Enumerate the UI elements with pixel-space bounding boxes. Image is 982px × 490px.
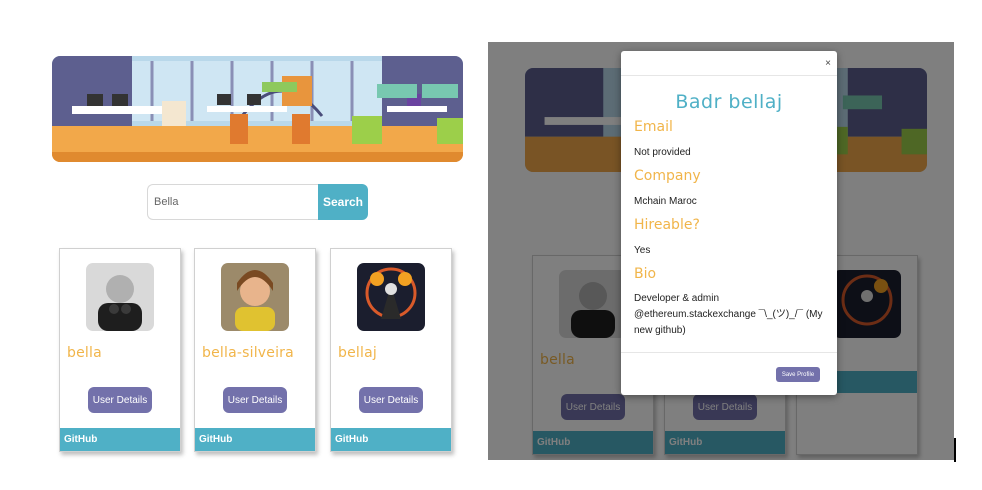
github-link[interactable]: GitHub	[331, 428, 451, 451]
save-profile-button[interactable]: Save Profile	[776, 367, 820, 382]
divider	[621, 352, 837, 353]
office-banner-image	[52, 56, 463, 162]
user-name: bella	[67, 345, 102, 361]
user-card: bellaj User Details GitHub	[330, 248, 452, 452]
bio-value: Developer & admin @ethereum.stackexchang…	[634, 293, 823, 336]
search-input[interactable]	[147, 184, 318, 220]
user-name: bellaj	[338, 345, 377, 361]
avatar	[357, 263, 425, 331]
avatar	[86, 263, 154, 331]
user-details-button[interactable]: User Details	[359, 387, 423, 413]
search-button[interactable]: Search	[318, 184, 368, 220]
hireable-value: Yes	[634, 245, 651, 256]
user-name: bella-silveira	[202, 345, 294, 361]
company-label: Company	[634, 168, 701, 184]
github-link[interactable]: GitHub	[60, 428, 180, 451]
hireable-label: Hireable?	[634, 217, 700, 233]
email-label: Email	[634, 119, 673, 135]
search-bar: Search	[147, 184, 368, 220]
github-link[interactable]: GitHub	[195, 428, 315, 451]
user-card: bella-silveira User Details GitHub	[194, 248, 316, 452]
text-cursor	[954, 438, 956, 462]
user-details-button[interactable]: User Details	[223, 387, 287, 413]
divider	[621, 75, 837, 76]
close-icon[interactable]: ×	[825, 58, 831, 69]
email-value: Not provided	[634, 147, 691, 158]
app-view-right: bella User Details GitHub User Details G…	[488, 42, 954, 460]
user-profile-modal: × Badr bellaj Email Not provided Company…	[621, 51, 837, 395]
app-view-left: Search bella User Details GitHub bella-s…	[0, 0, 488, 490]
avatar	[221, 263, 289, 331]
user-details-button[interactable]: User Details	[88, 387, 152, 413]
bio-label: Bio	[634, 266, 657, 282]
user-card: bella User Details GitHub	[59, 248, 181, 452]
company-value: Mchain Maroc	[634, 196, 697, 207]
modal-title: Badr bellaj	[675, 91, 783, 113]
